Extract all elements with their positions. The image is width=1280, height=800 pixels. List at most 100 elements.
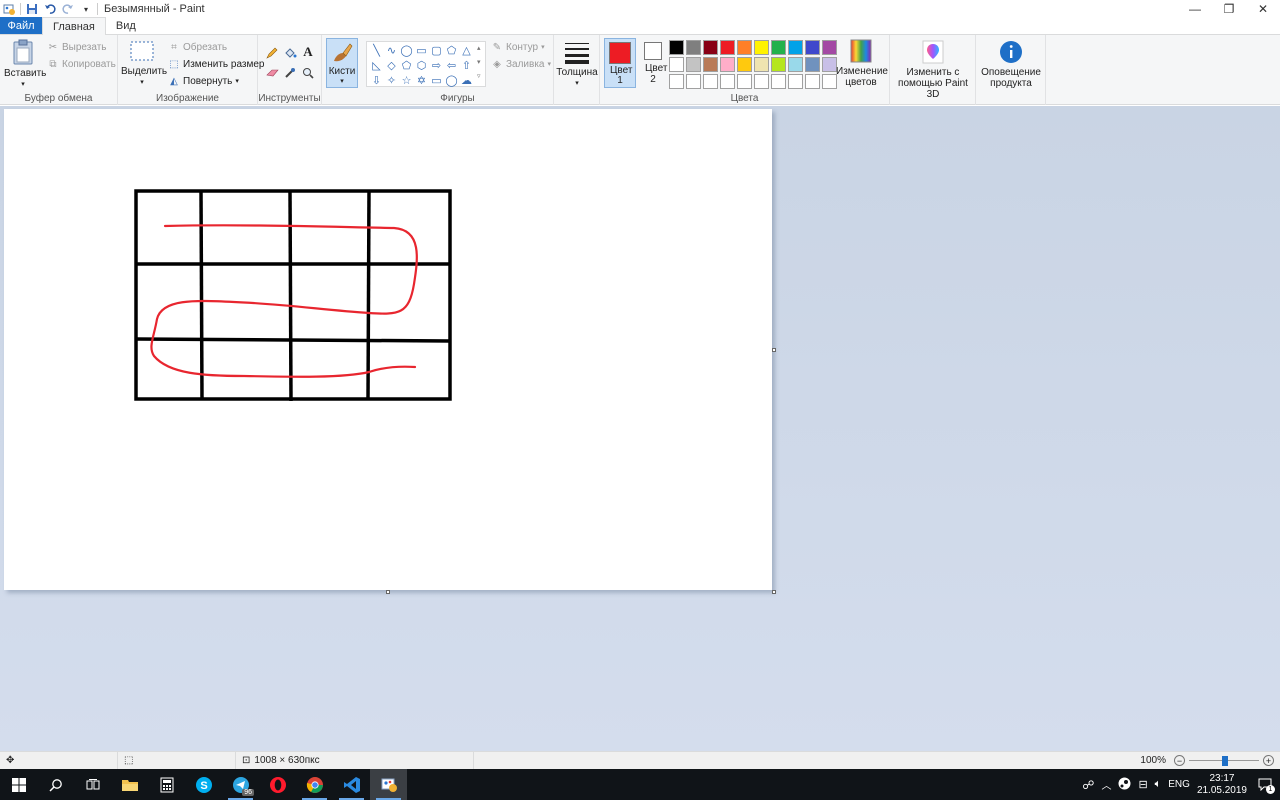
curve-shape-icon[interactable]: ∿: [384, 43, 399, 58]
arrow-left-shape-icon[interactable]: ⇦: [444, 58, 459, 73]
save-icon[interactable]: [25, 2, 39, 16]
color1-button[interactable]: Цвет 1: [604, 38, 636, 88]
palette-swatch[interactable]: [822, 74, 837, 89]
drawing-canvas[interactable]: [4, 109, 772, 590]
arrow-up-shape-icon[interactable]: ⇧: [459, 58, 474, 73]
rounded-rectangle-shape-icon[interactable]: ▢: [429, 43, 444, 58]
palette-swatch[interactable]: [754, 57, 769, 72]
size-button[interactable]: Толщина ▾: [556, 40, 598, 89]
star-four-shape-icon[interactable]: ✧: [384, 73, 399, 88]
outline-button[interactable]: ✎ Контур ▾: [491, 41, 545, 53]
palette-swatch[interactable]: [703, 74, 718, 89]
palette-swatch[interactable]: [720, 40, 735, 55]
cut-button[interactable]: ✂ Вырезать: [47, 41, 107, 53]
oval-shape-icon[interactable]: ◯: [399, 43, 414, 58]
line-shape-icon[interactable]: ╲: [369, 43, 384, 58]
star-six-shape-icon[interactable]: ✡: [414, 73, 429, 88]
shapes-scroll[interactable]: ▴ ▾ ▿: [477, 42, 481, 84]
keyboard-language[interactable]: ENG: [1168, 779, 1190, 790]
fill-bucket-icon[interactable]: [282, 45, 298, 61]
pentagon-shape-icon[interactable]: ⬠: [399, 58, 414, 73]
volume-icon[interactable]: 🔈︎: [1155, 778, 1162, 791]
resize-button[interactable]: ⬚ Изменить размер: [168, 58, 264, 70]
palette-swatch[interactable]: [822, 40, 837, 55]
start-button[interactable]: [0, 769, 37, 800]
palette-swatch[interactable]: [805, 57, 820, 72]
copy-button[interactable]: ⧉ Копировать: [47, 58, 115, 70]
magnifier-icon[interactable]: [300, 65, 316, 81]
palette-swatch[interactable]: [669, 40, 684, 55]
palette-swatch[interactable]: [703, 57, 718, 72]
palette-swatch[interactable]: [686, 57, 701, 72]
eraser-icon[interactable]: [264, 65, 280, 81]
palette-swatch[interactable]: [754, 40, 769, 55]
polygon-shape-icon[interactable]: ⬠: [444, 43, 459, 58]
palette-swatch[interactable]: [788, 57, 803, 72]
rotate-button[interactable]: ◭ Повернуть ▾: [168, 75, 239, 87]
diamond-shape-icon[interactable]: ◇: [384, 58, 399, 73]
palette-swatch[interactable]: [805, 40, 820, 55]
palette-swatch[interactable]: [737, 40, 752, 55]
zoom-in-icon[interactable]: +: [1263, 755, 1274, 766]
tab-view[interactable]: Вид: [106, 17, 146, 34]
resize-handle-bottom[interactable]: [386, 590, 390, 594]
palette-swatch[interactable]: [754, 74, 769, 89]
hexagon-shape-icon[interactable]: ⬡: [414, 58, 429, 73]
triangle-shape-icon[interactable]: △: [459, 43, 474, 58]
palette-swatch[interactable]: [805, 74, 820, 89]
people-icon[interactable]: ☍: [1082, 778, 1094, 792]
paint-taskbar-button[interactable]: [370, 769, 407, 800]
callout-rect-shape-icon[interactable]: ▭: [429, 73, 444, 88]
zoom-out-icon[interactable]: −: [1174, 755, 1185, 766]
palette-swatch[interactable]: [788, 40, 803, 55]
undo-icon[interactable]: [43, 2, 57, 16]
chrome-button[interactable]: [296, 769, 333, 800]
palette-swatch[interactable]: [771, 57, 786, 72]
palette-swatch[interactable]: [771, 74, 786, 89]
paint3d-button[interactable]: Изменить с помощью Paint 3D: [894, 40, 972, 100]
text-tool-icon[interactable]: A: [300, 44, 316, 60]
color2-button[interactable]: Цвет 2: [640, 41, 667, 85]
callout-oval-shape-icon[interactable]: ◯: [444, 73, 459, 88]
resize-handle-right[interactable]: [772, 348, 776, 352]
customize-toolbar-icon[interactable]: ▾: [79, 2, 93, 16]
product-notice-button[interactable]: Оповещение продукта: [978, 40, 1044, 89]
resize-handle-corner[interactable]: [772, 590, 776, 594]
task-view-button[interactable]: [74, 769, 111, 800]
edit-colors-button[interactable]: Изменение цветов: [836, 39, 888, 88]
steam-icon[interactable]: [1118, 777, 1131, 793]
crop-button[interactable]: ⌗ Обрезать: [168, 41, 227, 53]
palette-swatch[interactable]: [720, 57, 735, 72]
zoom-slider[interactable]: [1189, 755, 1259, 766]
monitor-icon[interactable]: ⊟: [1138, 778, 1147, 791]
arrow-right-shape-icon[interactable]: ⇨: [429, 58, 444, 73]
notification-center-button[interactable]: 1: [1254, 778, 1276, 794]
restore-button[interactable]: ❐: [1212, 0, 1246, 18]
arrow-down-shape-icon[interactable]: ⇩: [369, 73, 384, 88]
opera-button[interactable]: [259, 769, 296, 800]
select-button[interactable]: Выделить ▾: [121, 41, 167, 88]
paste-button[interactable]: Вставить ▾: [4, 39, 46, 90]
calculator-button[interactable]: [148, 769, 185, 800]
tab-home[interactable]: Главная: [42, 17, 106, 35]
search-button[interactable]: [37, 769, 74, 800]
palette-swatch[interactable]: [686, 40, 701, 55]
palette-swatch[interactable]: [686, 74, 701, 89]
palette-swatch[interactable]: [669, 57, 684, 72]
palette-swatch[interactable]: [737, 74, 752, 89]
redo-icon[interactable]: [61, 2, 75, 16]
explorer-button[interactable]: [111, 769, 148, 800]
fill-button[interactable]: ◈ Заливка ▾: [491, 58, 551, 70]
callout-cloud-shape-icon[interactable]: ☁: [459, 73, 474, 88]
palette-swatch[interactable]: [669, 74, 684, 89]
palette-swatch[interactable]: [720, 74, 735, 89]
tab-file[interactable]: Файл: [0, 17, 42, 34]
vscode-button[interactable]: [333, 769, 370, 800]
clock[interactable]: 23:17 21.05.2019: [1197, 773, 1247, 797]
palette-swatch[interactable]: [788, 74, 803, 89]
close-button[interactable]: ✕: [1246, 0, 1280, 18]
star-five-shape-icon[interactable]: ☆: [399, 73, 414, 88]
color-picker-icon[interactable]: [282, 65, 298, 81]
paint-app-icon[interactable]: [2, 2, 16, 16]
palette-swatch[interactable]: [822, 57, 837, 72]
